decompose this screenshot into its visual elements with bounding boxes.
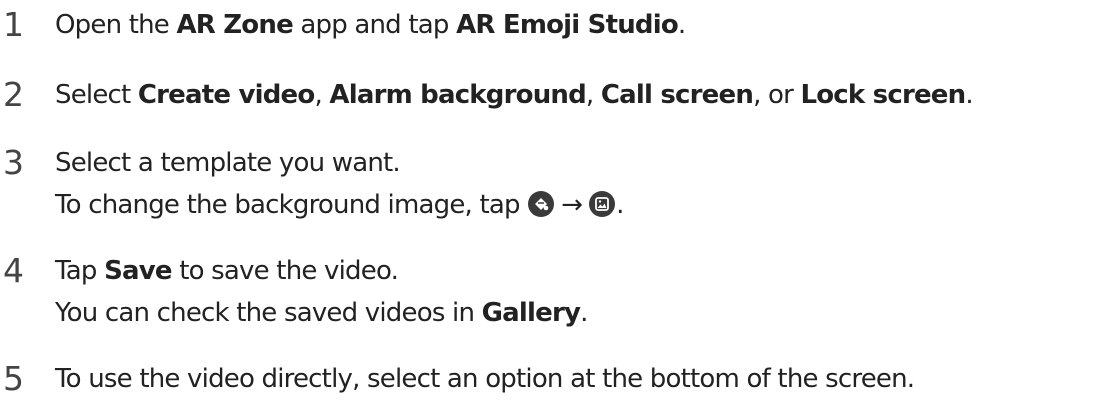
step-text: Select Create video, Alarm background, C… (55, 80, 974, 110)
instruction-steps: 1 Open the AR Zone app and tap AR Emoji … (0, 0, 1111, 418)
step-subtext: You can check the saved videos in Galler… (55, 298, 588, 328)
option-lock-screen: Lock screen (800, 80, 966, 110)
step-number: 3 (3, 143, 24, 182)
app-name: AR Zone (176, 10, 293, 40)
option-create-video: Create video (137, 80, 315, 110)
step-number: 2 (3, 75, 24, 114)
step-number: 5 (3, 359, 24, 398)
background-edit-icon (528, 191, 555, 217)
step-subtext: To change the background image, tap →. (55, 184, 624, 226)
feature-name: AR Emoji Studio (456, 10, 679, 40)
option-alarm-background: Alarm background (329, 80, 586, 110)
step-number: 4 (3, 251, 24, 290)
step-text: Tap Save to save the video. (55, 256, 399, 286)
step-text: To use the video directly, select an opt… (55, 364, 915, 394)
arrow: → (561, 190, 583, 220)
step-number: 1 (3, 5, 24, 44)
save-label: Save (104, 256, 172, 286)
gallery-image-icon (589, 191, 616, 217)
step-text: Open the AR Zone app and tap AR Emoji St… (55, 10, 686, 40)
option-call-screen: Call screen (600, 80, 754, 110)
step-text: Select a template you want. (55, 148, 401, 178)
gallery-label: Gallery (481, 298, 581, 328)
